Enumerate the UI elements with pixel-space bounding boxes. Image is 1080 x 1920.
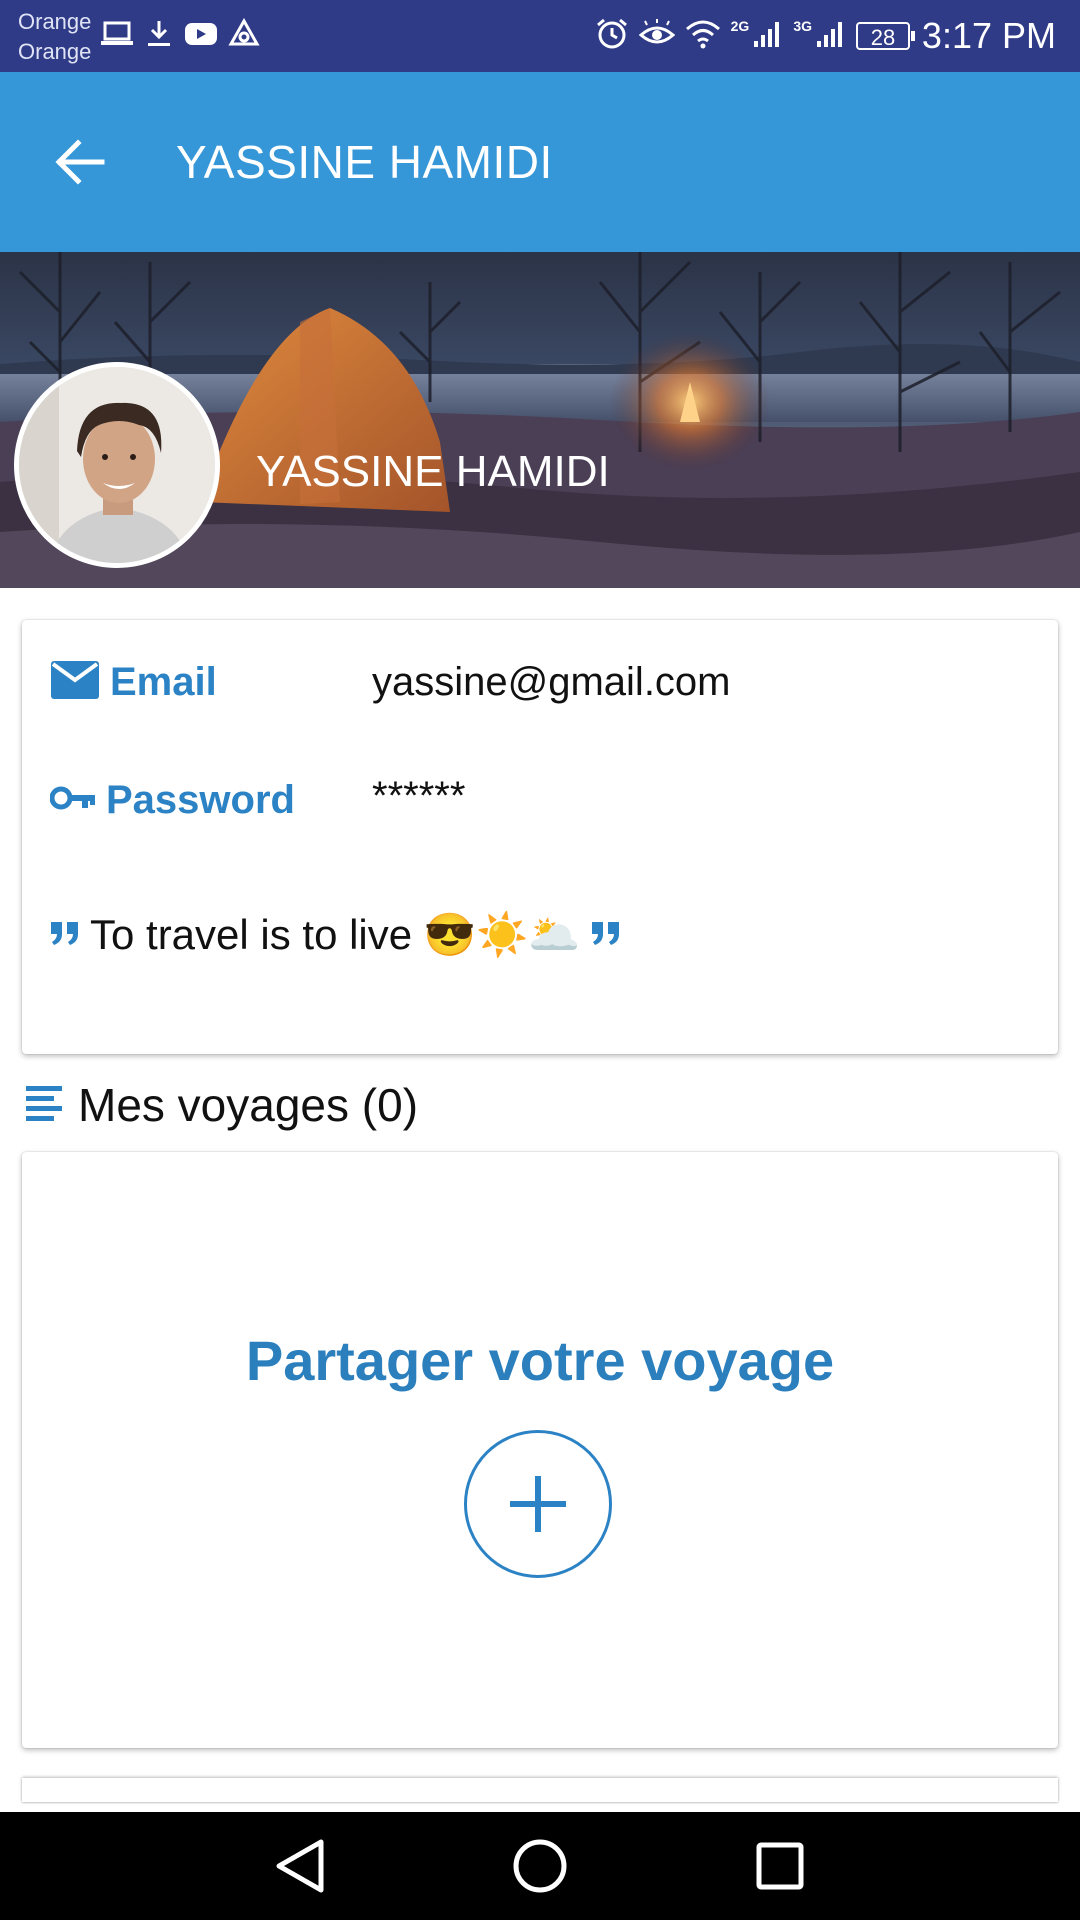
info-card: Email yassine@gmail.com Password ****** …	[22, 620, 1058, 1054]
square-recents-icon	[756, 1842, 804, 1890]
avatar[interactable]	[14, 362, 220, 568]
trips-section-title: Mes voyages (0)	[78, 1079, 419, 1131]
carrier-line-2: Orange	[18, 39, 92, 64]
network-2g-label: 2G	[730, 18, 750, 34]
network-3g-label: 3G	[793, 18, 812, 34]
app-bar-title: YASSINE HAMIDI	[176, 136, 553, 188]
password-value: ******	[372, 774, 466, 818]
back-button[interactable]	[40, 122, 120, 202]
system-icons: 2G 3G 28	[595, 16, 915, 56]
email-row: Email yassine@gmail.com	[50, 652, 731, 712]
email-label: Email	[110, 659, 217, 704]
download-icon	[144, 19, 174, 54]
open-quote-icon	[50, 920, 80, 951]
profile-name: YASSINE HAMIDI	[256, 447, 610, 496]
trips-section-header: Mes voyages (0)	[26, 1074, 418, 1136]
email-value: yassine@gmail.com	[372, 660, 731, 704]
nav-recents-button[interactable]	[740, 1834, 820, 1898]
cover-photo: YASSINE HAMIDI	[0, 252, 1080, 588]
wifi-icon	[685, 19, 721, 54]
plus-icon	[510, 1476, 566, 1532]
navigation-bar	[0, 1812, 1080, 1920]
alarm-icon	[595, 17, 629, 56]
carrier-line-1: Orange	[18, 9, 92, 34]
close-quote-icon	[591, 920, 621, 951]
app-notification-icon	[228, 17, 260, 55]
share-trip-title: Partager votre voyage	[245, 1329, 835, 1392]
carrier-info: Orange Orange	[18, 6, 91, 68]
password-row: Password ******	[49, 770, 465, 830]
youtube-icon	[184, 21, 218, 52]
back-arrow-icon	[55, 139, 105, 185]
battery-icon: 28	[856, 22, 915, 50]
status-bar: Orange Orange 2G 3G 28 3:17 PM	[0, 0, 1080, 72]
key-icon	[49, 783, 96, 818]
email-icon	[50, 660, 100, 705]
next-card-edge	[22, 1778, 1058, 1802]
profile-screen: Orange Orange 2G 3G 28 3:17 PM YASSINE H…	[0, 0, 1080, 1920]
nav-home-button[interactable]	[500, 1834, 580, 1898]
bio-quote: To travel is to live 😎☀️🌥️	[50, 900, 621, 970]
triangle-back-icon	[276, 1839, 324, 1893]
eye-comfort-icon	[638, 18, 675, 54]
password-label: Password	[106, 777, 295, 822]
profile-photo	[19, 367, 215, 563]
status-time: 3:17 PM	[921, 15, 1056, 56]
circle-home-icon	[513, 1839, 567, 1893]
notification-icons	[100, 17, 260, 55]
laptop-icon	[100, 20, 134, 53]
bio-text: To travel is to live 😎☀️🌥️	[90, 910, 581, 958]
signal-2g-icon	[753, 19, 783, 54]
add-trip-button[interactable]	[464, 1430, 612, 1578]
app-bar: YASSINE HAMIDI	[0, 72, 1080, 252]
list-icon	[26, 1084, 64, 1127]
trips-card: Partager votre voyage	[22, 1152, 1058, 1748]
signal-3g-icon	[816, 19, 846, 54]
nav-back-button[interactable]	[260, 1834, 340, 1898]
